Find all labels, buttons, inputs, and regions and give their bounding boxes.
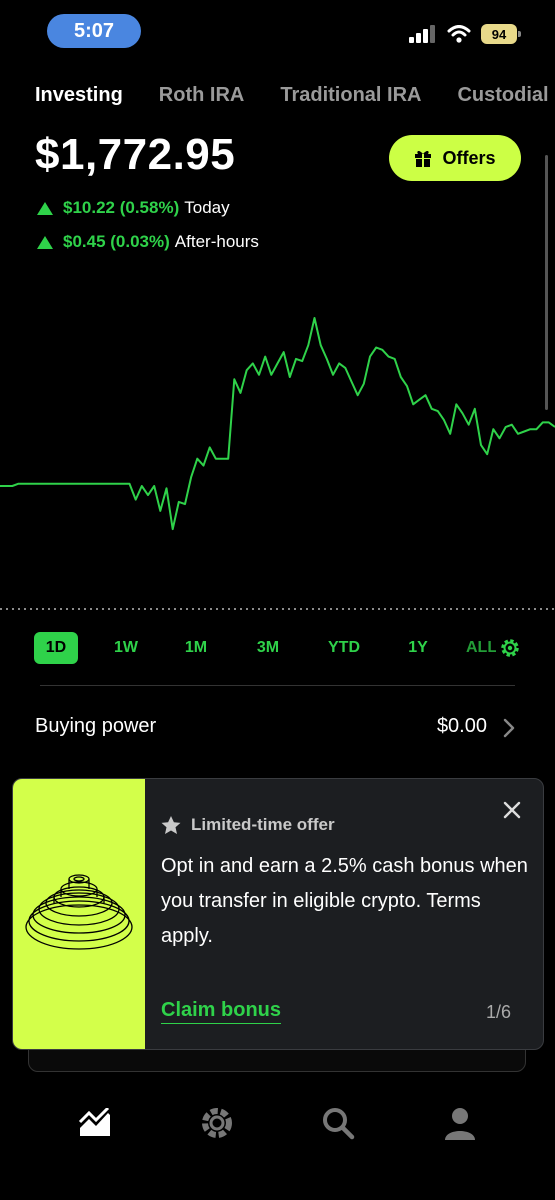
status-icons: 94 (409, 24, 521, 44)
search-icon (323, 1108, 355, 1140)
tab-traditional-ira[interactable]: Traditional IRA (280, 84, 421, 107)
range-1d[interactable]: 1D (34, 632, 78, 664)
claim-bonus-link[interactable]: Claim bonus (161, 999, 282, 1024)
today-change-label: Today (184, 198, 230, 217)
crypto-icon (202, 1108, 232, 1138)
battery-icon: 94 (481, 24, 521, 44)
promo-tag: Limited-time offer (161, 815, 335, 835)
coin-stack-illustration (25, 874, 133, 950)
scrollbar[interactable] (545, 155, 548, 410)
afterhours-change-value: $0.45 (0.03%) (63, 232, 170, 251)
nav-crypto[interactable] (197, 1103, 237, 1143)
wifi-icon (447, 25, 471, 43)
status-time: 5:07 (47, 14, 141, 48)
today-change: $10.22 (0.58%) Today (37, 198, 230, 218)
nav-account[interactable] (440, 1103, 480, 1143)
tab-investing[interactable]: Investing (35, 84, 123, 107)
promo-page-indicator: 1/6 (485, 1002, 511, 1022)
up-arrow-icon (37, 235, 53, 249)
range-all[interactable]: ALL (466, 632, 496, 664)
close-icon[interactable] (503, 801, 521, 819)
today-change-value: $10.22 (0.58%) (63, 198, 180, 217)
nav-investing[interactable] (75, 1103, 115, 1143)
investing-icon (78, 1108, 110, 1136)
chart-series-line (0, 317, 555, 531)
signal-icon (409, 25, 435, 43)
tab-custodial[interactable]: Custodial (457, 84, 548, 107)
offers-button[interactable]: Offers (389, 135, 521, 181)
chevron-right-icon[interactable] (503, 717, 515, 739)
up-arrow-icon (37, 201, 53, 215)
account-icon (445, 1108, 475, 1140)
range-1y[interactable]: 1Y (396, 632, 440, 664)
divider (40, 685, 515, 686)
nav-search[interactable] (318, 1103, 358, 1143)
range-1w[interactable]: 1W (104, 632, 148, 664)
range-3m[interactable]: 3M (246, 632, 290, 664)
tab-roth-ira[interactable]: Roth IRA (159, 84, 245, 107)
range-1m[interactable]: 1M (174, 632, 218, 664)
promo-body: Opt in and earn a 2.5% cash bonus when y… (161, 855, 528, 947)
afterhours-change-label: After-hours (174, 232, 259, 251)
promo-card[interactable]: Limited-time offer Opt in and earn a 2.5… (12, 778, 544, 1050)
afterhours-change: $0.45 (0.03%) After-hours (37, 232, 259, 252)
account-tabs: Investing Roth IRA Traditional IRA Custo… (35, 84, 549, 107)
buying-power-label[interactable]: Buying power (35, 715, 156, 738)
range-ytd[interactable]: YTD (322, 632, 366, 664)
range-selector: 1D 1W 1M 3M YTD 1Y ALL (34, 632, 524, 664)
portfolio-balance: $1,772.95 (35, 130, 236, 179)
gift-icon (415, 150, 432, 167)
promo-tag-label: Limited-time offer (191, 815, 335, 834)
promo-illustration (13, 779, 145, 1049)
star-icon (161, 815, 181, 834)
gear-icon[interactable] (498, 636, 522, 660)
bottom-nav (0, 1095, 555, 1155)
buying-power-value[interactable]: $0.00 (437, 715, 487, 738)
offers-label: Offers (442, 147, 496, 168)
portfolio-chart[interactable] (0, 250, 555, 630)
